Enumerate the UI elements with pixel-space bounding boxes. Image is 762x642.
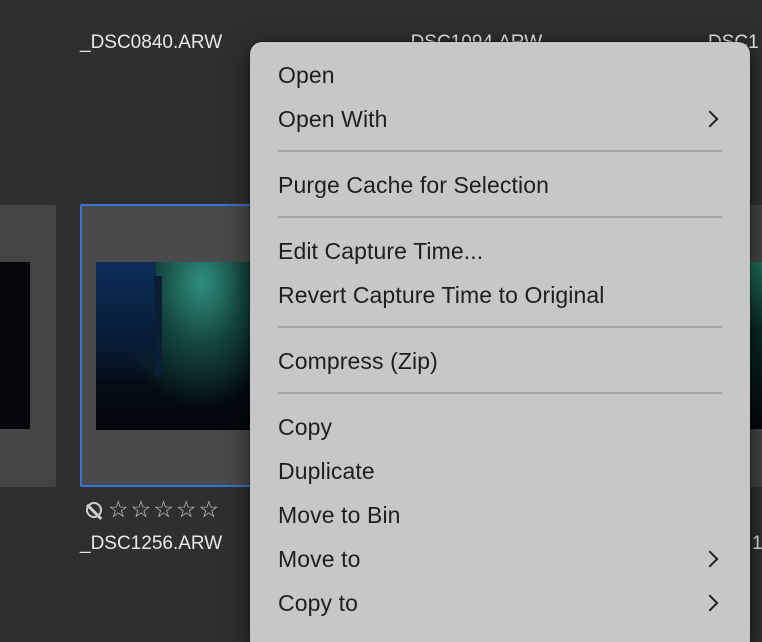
menu-item-edit-capture-time[interactable]: Edit Capture Time... xyxy=(250,231,750,271)
menu-item-label: Copy xyxy=(278,413,333,440)
context-menu: Open Open With Purge Cache for Selection… xyxy=(250,42,750,642)
menu-item-label: Duplicate xyxy=(278,457,375,484)
rating-control[interactable]: ☆ ☆ ☆ ☆ ☆ xyxy=(86,499,220,522)
menu-item-purge-cache[interactable]: Purge Cache for Selection xyxy=(250,165,750,205)
chevron-right-icon xyxy=(701,550,719,568)
menu-item-move-to[interactable]: Move to xyxy=(250,539,750,579)
menu-item-label: Move to Bin xyxy=(278,501,401,528)
menu-item-duplicate[interactable]: Duplicate xyxy=(250,451,750,491)
menu-item-copy[interactable]: Copy xyxy=(250,407,750,447)
menu-item-open-with[interactable]: Open With xyxy=(250,99,750,139)
filename-label: _DSC0840.ARW xyxy=(80,32,223,53)
menu-separator xyxy=(278,150,722,152)
chevron-right-icon xyxy=(701,594,719,612)
menu-item-label: Move to xyxy=(278,545,361,572)
menu-item-compress[interactable]: Compress (Zip) xyxy=(250,341,750,381)
menu-separator xyxy=(278,326,722,328)
menu-separator xyxy=(278,392,722,394)
menu-item-label: Open With xyxy=(278,105,388,132)
thumbnail-cell-selected[interactable] xyxy=(80,204,266,487)
menu-item-label: Open xyxy=(278,61,335,88)
star-icon[interactable]: ☆ xyxy=(153,499,174,522)
menu-item-move-to-bin[interactable]: Move to Bin xyxy=(250,495,750,535)
thumbnail-cell[interactable] xyxy=(0,205,56,487)
menu-item-copy-to[interactable]: Copy to xyxy=(250,583,750,623)
reject-icon[interactable] xyxy=(86,502,102,518)
photo-thumbnail xyxy=(0,262,30,429)
filename-label: 1 xyxy=(752,533,762,554)
photo-thumbnail xyxy=(96,262,266,430)
selected-filename-label: _DSC1256.ARW xyxy=(80,533,223,554)
menu-item-label: Compress (Zip) xyxy=(278,347,438,374)
star-icon[interactable]: ☆ xyxy=(176,499,197,522)
star-icon[interactable]: ☆ xyxy=(131,499,152,522)
menu-separator xyxy=(278,216,722,218)
menu-item-label: Revert Capture Time to Original xyxy=(278,281,605,308)
menu-item-label: Copy to xyxy=(278,589,358,616)
chevron-right-icon xyxy=(701,110,719,128)
menu-item-revert-capture-time[interactable]: Revert Capture Time to Original xyxy=(250,275,750,315)
menu-item-label: Edit Capture Time... xyxy=(278,237,484,264)
menu-item-open[interactable]: Open xyxy=(250,55,750,95)
star-icon[interactable]: ☆ xyxy=(108,499,129,522)
menu-item-label: Purge Cache for Selection xyxy=(278,171,549,198)
star-icon[interactable]: ☆ xyxy=(199,499,220,522)
